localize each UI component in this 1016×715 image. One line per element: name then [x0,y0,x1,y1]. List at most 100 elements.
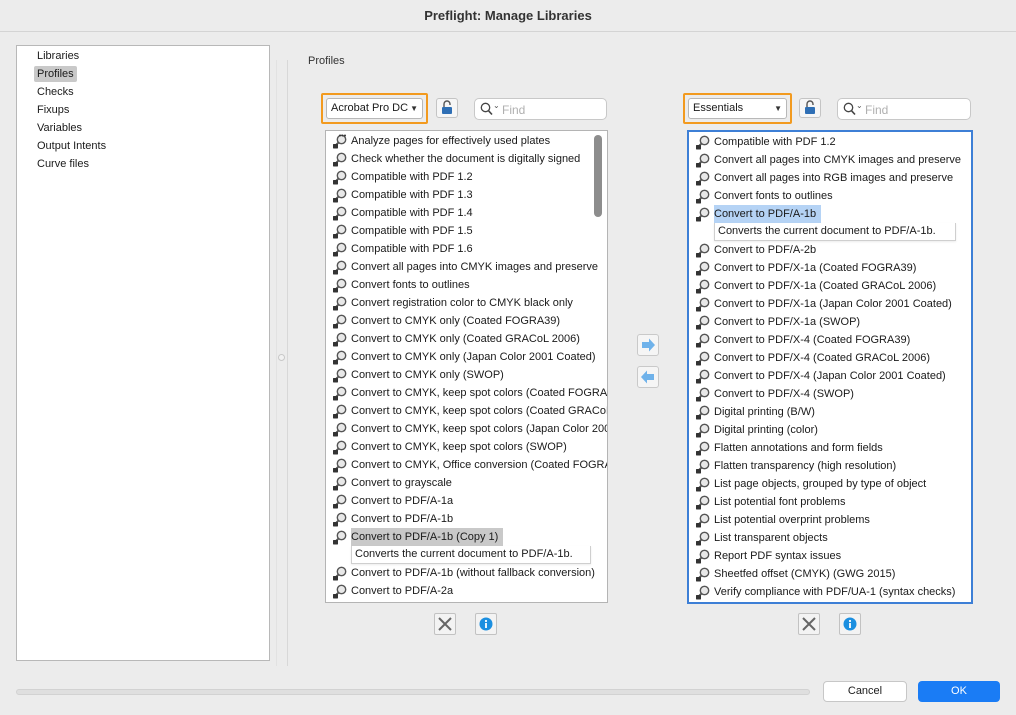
locked-profile-icon [695,297,711,312]
move-left-button[interactable] [637,366,659,388]
left-list-item[interactable]: Convert to PDF/A-1a [330,492,607,510]
left-info-button[interactable] [475,613,497,635]
locked-profile-icon [332,260,348,275]
left-list-item[interactable]: Analyze pages for effectively used plate… [330,132,607,150]
sidebar-item-fixups[interactable]: Fixups [34,102,72,118]
left-profile-list[interactable]: Analyze pages for effectively used plate… [325,130,608,603]
right-list-item[interactable]: Convert to PDF/X-4 (Japan Color 2001 Coa… [693,367,971,385]
ok-button[interactable]: OK [918,681,1000,702]
right-list-item-label: Convert to PDF/A-2b [714,241,816,259]
left-list-item-label: Convert to PDF/A-1b (Copy 1) [351,528,503,546]
locked-profile-icon [695,459,711,474]
left-list-item[interactable]: Convert to grayscale [330,474,607,492]
left-list-item[interactable]: Convert to PDF/A-1b [330,510,607,528]
right-list-item[interactable]: List potential font problems [693,493,971,511]
right-list-item[interactable]: List potential overprint problems [693,511,971,529]
right-list-item[interactable]: Convert to PDF/X-4 (SWOP) [693,385,971,403]
left-lock-button[interactable] [436,98,458,118]
cancel-button[interactable]: Cancel [823,681,907,702]
locked-profile-icon [695,549,711,564]
progress-bar [16,689,810,695]
right-list-item[interactable]: Sheetfed offset (CMYK) (GWG 2015) [693,565,971,583]
right-list-item-label: Convert to PDF/X-4 (Coated FOGRA39) [714,331,910,349]
right-list-item[interactable]: Convert to PDF/X-1a (SWOP) [693,313,971,331]
move-right-button[interactable] [637,334,659,356]
left-list-item[interactable]: Convert to CMYK only (Coated GRACoL 2006… [330,330,607,348]
left-list-item[interactable]: Convert to CMYK, keep spot colors (SWOP) [330,438,607,456]
left-list-item[interactable]: Convert to CMYK, keep spot colors (Coate… [330,402,607,420]
left-list-item[interactable]: Convert to CMYK, keep spot colors (Coate… [330,384,607,402]
left-list-item[interactable]: Convert to CMYK only (Coated FOGRA39) [330,312,607,330]
right-delete-button[interactable] [798,613,820,635]
right-list-item[interactable]: Convert all pages into RGB images and pr… [693,169,971,187]
left-list-item[interactable]: Compatible with PDF 1.6 [330,240,607,258]
search-options-icon[interactable]: ⌄ [856,101,863,110]
left-list-item[interactable]: Compatible with PDF 1.4 [330,204,607,222]
right-list-item[interactable]: Convert to PDF/A-1b [693,205,971,223]
left-list-item[interactable]: Convert to CMYK only (SWOP) [330,366,607,384]
sidebar-item-profiles[interactable]: Profiles [34,66,77,82]
left-search-field[interactable]: ⌄ Find [474,98,607,120]
right-list-item[interactable]: List transparent objects [693,529,971,547]
left-library-select[interactable]: Acrobat Pro DC ▼ [326,98,423,119]
split-resize-handle[interactable] [278,354,285,361]
right-list-item[interactable]: Convert to PDF/X-4 (Coated FOGRA39) [693,331,971,349]
right-list-item[interactable]: Convert to PDF/X-1a (Japan Color 2001 Co… [693,295,971,313]
right-search-field[interactable]: ⌄ Find [837,98,971,120]
left-list-item-label: Convert registration color to CMYK black… [351,294,573,312]
sidebar-item-variables[interactable]: Variables [34,120,85,136]
right-list-item[interactable]: Digital printing (B/W) [693,403,971,421]
right-library-select[interactable]: Essentials ▼ [688,98,787,119]
sidebar-item-checks[interactable]: Checks [34,84,77,100]
right-lock-button[interactable] [799,98,821,118]
left-library-select-value: Acrobat Pro DC [331,102,408,114]
right-list-item[interactable]: Convert to PDF/A-2b [693,241,971,259]
right-list-item-label: List potential overprint problems [714,511,870,529]
left-list-item[interactable]: Compatible with PDF 1.2 [330,168,607,186]
right-list-item-label: Report PDF syntax issues [714,547,841,565]
left-list-item[interactable]: Convert all pages into CMYK images and p… [330,258,607,276]
left-list-item[interactable]: Convert to PDF/A-1b (without fallback co… [330,564,607,582]
right-list-item[interactable]: Convert to PDF/X-1a (Coated GRACoL 2006) [693,277,971,295]
locked-profile-icon [332,152,348,167]
right-list-item[interactable]: Report PDF syntax issues [693,547,971,565]
locked-profile-icon [332,404,348,419]
search-options-icon[interactable]: ⌄ [493,101,500,110]
right-list-item[interactable]: Flatten annotations and form fields [693,439,971,457]
locked-profile-icon [695,279,711,294]
right-list-item[interactable]: Flatten transparency (high resolution) [693,457,971,475]
left-list-item[interactable]: Convert to CMYK only (Japan Color 2001 C… [330,348,607,366]
right-list-item[interactable]: Digital printing (color) [693,421,971,439]
left-list-item[interactable]: Convert registration color to CMYK black… [330,294,607,312]
left-list-item[interactable]: Compatible with PDF 1.5 [330,222,607,240]
section-title: Profiles [308,55,345,67]
left-list-item[interactable]: Convert to PDF/A-2a [330,582,607,600]
right-list-item-label: List page objects, grouped by type of ob… [714,475,926,493]
right-list-item[interactable]: List page objects, grouped by type of ob… [693,475,971,493]
right-info-button[interactable] [839,613,861,635]
left-list-item-label: Convert to PDF/A-2a [351,582,453,600]
left-list-item[interactable]: Check whether the document is digitally … [330,150,607,168]
right-list-item[interactable]: Convert fonts to outlines [693,187,971,205]
info-icon [476,614,496,634]
left-list-item[interactable]: Convert to PDF/A-1b (Copy 1) [330,528,607,546]
locked-profile-icon [695,261,711,276]
right-list-item-label: Convert fonts to outlines [714,187,833,205]
right-list-item[interactable]: Convert to PDF/X-1a (Coated FOGRA39) [693,259,971,277]
left-list-item[interactable]: Convert fonts to outlines [330,276,607,294]
locked-profile-icon [332,476,348,491]
left-list-item[interactable]: Convert to CMYK, Office conversion (Coat… [330,456,607,474]
left-list-item[interactable]: Convert to CMYK, keep spot colors (Japan… [330,420,607,438]
right-profile-list[interactable]: Compatible with PDF 1.2Convert all pages… [687,130,973,604]
right-list-item[interactable]: Verify compliance with PDF/UA-1 (syntax … [693,583,971,601]
left-list-item[interactable]: Compatible with PDF 1.3 [330,186,607,204]
left-delete-button[interactable] [434,613,456,635]
sidebar-item-libraries[interactable]: Libraries [34,48,82,64]
locked-profile-icon [695,333,711,348]
right-list-item[interactable]: Convert all pages into CMYK images and p… [693,151,971,169]
sidebar-item-curve-files[interactable]: Curve files [34,156,92,172]
sidebar-item-output-intents[interactable]: Output Intents [34,138,109,154]
locked-profile-icon [695,441,711,456]
right-list-item[interactable]: Convert to PDF/X-4 (Coated GRACoL 2006) [693,349,971,367]
right-list-item[interactable]: Compatible with PDF 1.2 [693,133,971,151]
